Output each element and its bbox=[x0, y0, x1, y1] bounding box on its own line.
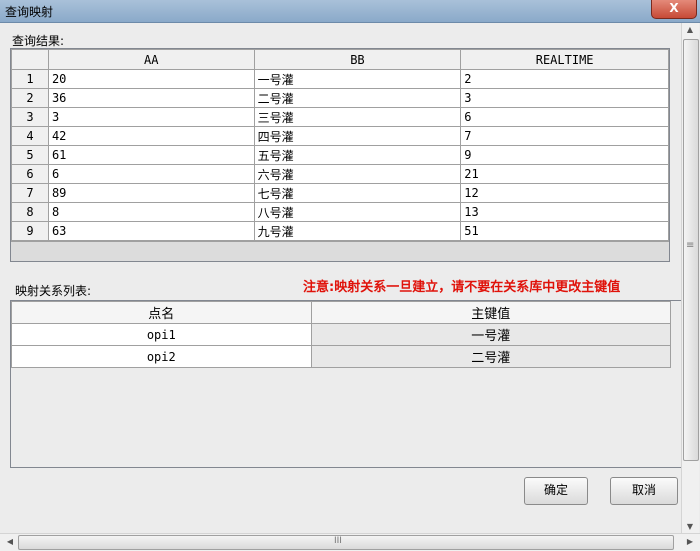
table-row[interactable]: 5 61 五号灌 9 bbox=[11, 145, 669, 165]
title-bar: 查询映射 X bbox=[0, 0, 700, 23]
cell-aa[interactable]: 36 bbox=[47, 88, 255, 108]
cell-bb[interactable]: 五号灌 bbox=[253, 145, 462, 165]
cell-realtime[interactable]: 13 bbox=[460, 202, 669, 222]
cell-realtime[interactable]: 9 bbox=[460, 145, 669, 165]
query-result-table: AA BB REALTIME 1 20 一号灌 2 2 36 二号灌 3 3 3 三号灌 6 44… bbox=[11, 49, 669, 241]
ok-button[interactable]: 确定 bbox=[524, 477, 588, 505]
table-row[interactable]: 2 36 二号灌 3 bbox=[11, 88, 669, 108]
row-number[interactable]: 2 bbox=[11, 88, 49, 108]
table-row[interactable]: opi2 二号灌 bbox=[11, 345, 672, 368]
table-row[interactable]: 9 63 九号灌 51 bbox=[11, 221, 669, 241]
cell-point-name[interactable]: opi1 bbox=[11, 323, 312, 346]
row-number[interactable]: 1 bbox=[11, 69, 49, 89]
query-result-grid[interactable]: AA BB REALTIME 1 20 一号灌 2 2 36 二号灌 3 3 3 三号灌 6 44… bbox=[10, 48, 670, 262]
scroll-up-arrow-icon[interactable]: ▲ bbox=[682, 25, 698, 34]
mapping-list-grid[interactable]: 点名 主键值 opi1 一号灌 opi2 二号灌 bbox=[10, 300, 684, 468]
cell-bb[interactable]: 二号灌 bbox=[253, 88, 462, 108]
cell-point-name[interactable]: opi2 bbox=[11, 345, 312, 368]
row-number[interactable]: 9 bbox=[11, 221, 49, 241]
scroll-down-arrow-icon[interactable]: ▼ bbox=[682, 522, 698, 531]
cell-bb[interactable]: 四号灌 bbox=[253, 126, 462, 146]
horizontal-scrollbar[interactable]: ◀ III ▶ bbox=[0, 533, 700, 551]
cell-bb[interactable]: 八号灌 bbox=[253, 202, 462, 222]
scroll-left-arrow-icon[interactable]: ◀ bbox=[2, 537, 18, 546]
mapping-list-label: 映射关系列表: bbox=[15, 284, 92, 298]
cell-aa[interactable]: 3 bbox=[47, 107, 255, 127]
query-header-row: AA BB REALTIME bbox=[11, 49, 669, 70]
table-row[interactable]: opi1 一号灌 bbox=[11, 323, 672, 346]
cell-aa[interactable]: 42 bbox=[47, 126, 255, 146]
mapping-header-row: 点名 主键值 bbox=[11, 301, 672, 324]
row-number[interactable]: 4 bbox=[11, 126, 49, 146]
row-number[interactable]: 8 bbox=[11, 202, 49, 222]
vertical-scroll-thumb[interactable]: ≡ bbox=[683, 39, 699, 461]
cell-realtime[interactable]: 7 bbox=[460, 126, 669, 146]
vertical-grip-icon: ≡ bbox=[686, 240, 695, 251]
column-header-aa[interactable]: AA bbox=[47, 49, 255, 70]
cell-bb[interactable]: 六号灌 bbox=[253, 164, 462, 184]
row-number[interactable]: 5 bbox=[11, 145, 49, 165]
horizontal-grip-icon: III bbox=[334, 536, 342, 546]
horizontal-scroll-thumb[interactable]: III bbox=[18, 535, 674, 550]
grid-empty-area bbox=[11, 241, 669, 261]
cell-aa[interactable]: 20 bbox=[47, 69, 255, 89]
row-number[interactable]: 6 bbox=[11, 164, 49, 184]
cell-aa[interactable]: 61 bbox=[47, 145, 255, 165]
window-title: 查询映射 bbox=[5, 5, 54, 19]
column-header-point-name[interactable]: 点名 bbox=[11, 301, 312, 324]
table-row[interactable]: 6 6 六号灌 21 bbox=[11, 164, 669, 184]
table-row[interactable]: 8 8 八号灌 13 bbox=[11, 202, 669, 222]
cell-bb[interactable]: 一号灌 bbox=[253, 69, 462, 89]
cell-key-value[interactable]: 一号灌 bbox=[310, 323, 672, 346]
column-header-realtime[interactable]: REALTIME bbox=[460, 49, 669, 70]
table-row[interactable]: 7 89 七号灌 12 bbox=[11, 183, 669, 203]
cell-realtime[interactable]: 6 bbox=[460, 107, 669, 127]
vertical-scrollbar[interactable]: ▲ ≡ ▼ bbox=[681, 23, 699, 533]
cell-aa[interactable]: 89 bbox=[47, 183, 255, 203]
cell-bb[interactable]: 七号灌 bbox=[253, 183, 462, 203]
warning-text: 注意:映射关系一旦建立，请不要在关系库中更改主键值 bbox=[303, 280, 621, 295]
table-row[interactable]: 1 20 一号灌 2 bbox=[11, 69, 669, 89]
column-header-key-value[interactable]: 主键值 bbox=[310, 301, 672, 324]
scroll-right-arrow-icon[interactable]: ▶ bbox=[682, 537, 698, 546]
cell-aa[interactable]: 6 bbox=[47, 164, 255, 184]
row-header-corner bbox=[11, 49, 49, 70]
cell-realtime[interactable]: 12 bbox=[460, 183, 669, 203]
table-row[interactable]: 3 3 三号灌 6 bbox=[11, 107, 669, 127]
cell-realtime[interactable]: 3 bbox=[460, 88, 669, 108]
table-row[interactable]: 4 42 四号灌 7 bbox=[11, 126, 669, 146]
row-number[interactable]: 3 bbox=[11, 107, 49, 127]
close-button[interactable]: X bbox=[651, 0, 697, 19]
cell-aa[interactable]: 63 bbox=[47, 221, 255, 241]
cell-realtime[interactable]: 2 bbox=[460, 69, 669, 89]
cancel-button[interactable]: 取消 bbox=[610, 477, 678, 505]
cell-aa[interactable]: 8 bbox=[47, 202, 255, 222]
cell-bb[interactable]: 三号灌 bbox=[253, 107, 462, 127]
query-result-label: 查询结果: bbox=[12, 34, 65, 48]
column-header-bb[interactable]: BB bbox=[253, 49, 462, 70]
cell-bb[interactable]: 九号灌 bbox=[253, 221, 462, 241]
cell-realtime[interactable]: 51 bbox=[460, 221, 669, 241]
cell-realtime[interactable]: 21 bbox=[460, 164, 669, 184]
mapping-table: 点名 主键值 opi1 一号灌 opi2 二号灌 bbox=[11, 301, 672, 368]
row-number[interactable]: 7 bbox=[11, 183, 49, 203]
cell-key-value[interactable]: 二号灌 bbox=[310, 345, 672, 368]
